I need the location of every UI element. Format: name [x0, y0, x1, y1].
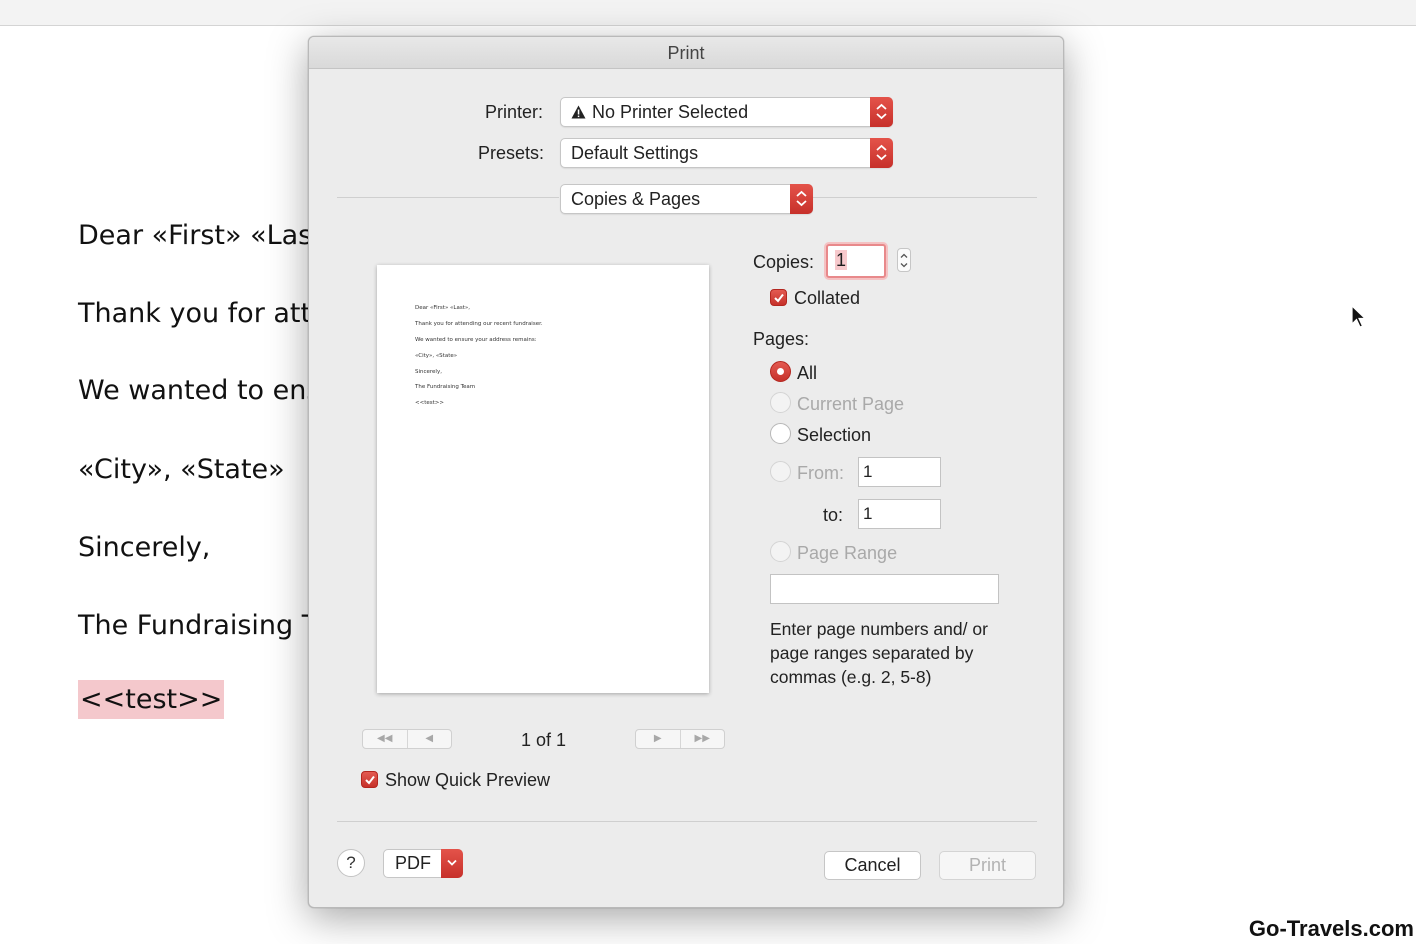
document-line: Thank you for atte — [78, 298, 328, 329]
page-indicator: 1 of 1 — [521, 730, 567, 750]
checkmark-icon — [774, 293, 784, 303]
printer-value: No Printer Selected — [592, 102, 749, 122]
document-line: Dear «First» «Last — [78, 220, 323, 251]
preview-nav-back: ◀◀ ◀ — [362, 729, 452, 749]
section-select[interactable]: Copies & Pages — [560, 184, 813, 214]
dialog-title: Print — [309, 37, 1063, 69]
page-range-help-text: Enter page numbers and/ or page ranges s… — [770, 619, 988, 687]
collated-checkbox[interactable] — [770, 289, 787, 306]
copies-label: Copies: — [753, 252, 815, 272]
pages-selection-radio[interactable] — [770, 423, 791, 444]
print-button[interactable]: Print — [939, 851, 1036, 880]
pages-current-page-label: Current Page — [797, 394, 905, 414]
document-toolbar — [0, 0, 1416, 26]
divider — [813, 197, 1037, 198]
pages-all-label: All — [797, 363, 818, 383]
divider — [337, 197, 559, 198]
printer-select[interactable]: No Printer Selected — [560, 97, 893, 127]
last-page-button[interactable]: ▶▶ — [679, 730, 725, 748]
preview-line: «City», «State» — [415, 353, 458, 359]
merge-field-highlight: <<test>> — [78, 680, 225, 719]
chevron-down-icon — [441, 849, 463, 878]
copies-stepper[interactable] — [897, 248, 911, 272]
preview-line: Thank you for attending our recent fundr… — [415, 321, 543, 327]
chevron-updown-icon — [900, 253, 908, 268]
page-range-input[interactable] — [770, 574, 999, 604]
print-preview-page: Dear «First» «Last», Thank you for atten… — [377, 265, 709, 693]
chevron-updown-icon — [870, 138, 893, 168]
presets-label: Presets: — [478, 143, 545, 163]
divider — [337, 821, 1037, 822]
warning-icon — [571, 105, 586, 119]
pages-page-range-label: Page Range — [797, 543, 898, 563]
print-dialog: Print Printer: No Printer Selected Prese… — [308, 36, 1064, 908]
cancel-button[interactable]: Cancel — [824, 851, 921, 880]
preview-line: We wanted to ensure your address remains… — [415, 337, 537, 343]
preview-nav-forward: ▶ ▶▶ — [635, 729, 725, 749]
preview-line: <<test>> — [415, 400, 444, 406]
first-page-button[interactable]: ◀◀ — [363, 730, 407, 748]
document-line: The Fundraising T — [78, 610, 319, 641]
pages-from-label: From: — [797, 463, 844, 483]
preview-line: Sincerely, — [415, 369, 442, 375]
pages-to-input[interactable]: 1 — [858, 499, 941, 529]
pages-from-radio[interactable] — [770, 461, 791, 482]
presets-value: Default Settings — [571, 143, 699, 163]
next-page-button[interactable]: ▶ — [636, 730, 680, 748]
section-value: Copies & Pages — [571, 189, 701, 209]
previous-page-button[interactable]: ◀ — [406, 730, 452, 748]
document-line: We wanted to ens — [78, 375, 321, 406]
preview-line: The Fundraising Team — [415, 384, 476, 390]
preview-line: Dear «First» «Last», — [415, 305, 470, 311]
chevron-updown-icon — [790, 184, 813, 214]
pages-current-page-radio[interactable] — [770, 392, 791, 413]
show-quick-preview-checkbox[interactable] — [361, 771, 378, 788]
pages-from-input[interactable]: 1 — [858, 457, 941, 487]
presets-select[interactable]: Default Settings — [560, 138, 893, 168]
pages-selection-label: Selection — [797, 425, 872, 445]
checkmark-icon — [365, 775, 375, 785]
pages-all-radio[interactable] — [770, 361, 791, 382]
chevron-updown-icon — [870, 97, 893, 127]
document-line: «City», «State» — [78, 454, 285, 485]
copies-input[interactable]: 1 — [826, 244, 886, 278]
pages-to-label: to: — [823, 505, 844, 525]
document-line: Sincerely, — [78, 532, 211, 563]
copies-value: 1 — [835, 250, 848, 270]
pdf-label: PDF — [395, 853, 431, 873]
watermark: Go-Travels.com — [1248, 916, 1414, 941]
document-highlighted-line: <<test>> — [78, 680, 225, 719]
collated-label: Collated — [794, 288, 861, 308]
show-quick-preview-label: Show Quick Preview — [385, 770, 551, 790]
mouse-pointer-icon — [1351, 305, 1367, 328]
help-button[interactable]: ? — [337, 849, 365, 877]
pages-page-range-radio[interactable] — [770, 541, 791, 562]
printer-label: Printer: — [485, 102, 544, 122]
pdf-menu-button[interactable]: PDF — [383, 849, 463, 878]
pages-label: Pages: — [753, 329, 810, 349]
